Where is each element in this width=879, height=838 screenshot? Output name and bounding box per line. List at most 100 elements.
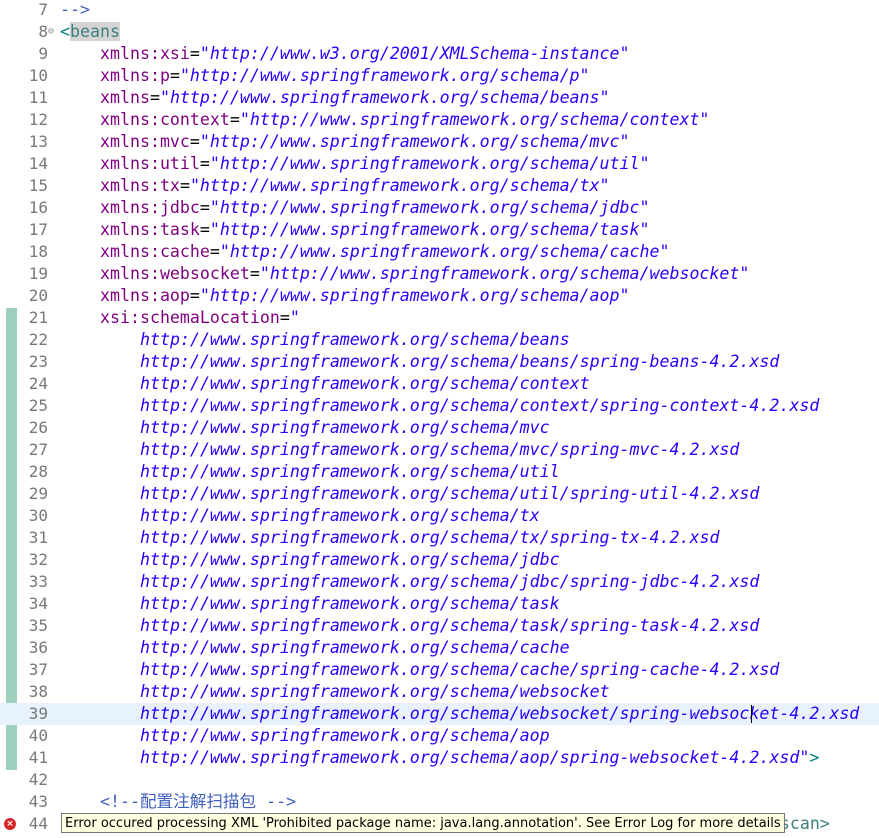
code-line[interactable]: 37 http://www.springframework.org/schema/… xyxy=(0,659,879,681)
code-text[interactable]: xsi:schemaLocation=" xyxy=(60,307,300,329)
fold-collapse-icon[interactable]: ⊖ xyxy=(48,24,54,40)
code-token: "http://www.springframework.org/schema/p… xyxy=(179,66,590,85)
code-line[interactable]: 42 xyxy=(0,769,879,791)
code-line[interactable]: 36 http://www.springframework.org/schema/… xyxy=(0,637,879,659)
code-token: xmlns:util xyxy=(100,154,200,173)
code-text[interactable]: xmlns:cache="http://www.springframework.… xyxy=(60,241,669,263)
code-line[interactable]: 24 http://www.springframework.org/schema/… xyxy=(0,373,879,395)
code-line[interactable]: 38 http://www.springframework.org/schema/… xyxy=(0,681,879,703)
code-line[interactable]: 30 http://www.springframework.org/schema/… xyxy=(0,505,879,527)
code-text[interactable]: --> xyxy=(60,0,90,21)
code-line[interactable]: 20 xmlns:aop="http://www.springframework.… xyxy=(0,285,879,307)
line-number: 21 xyxy=(28,308,48,327)
code-line[interactable]: 18 xmlns:cache="http://www.springframewor… xyxy=(0,241,879,263)
code-line[interactable]: 28 http://www.springframework.org/schema/… xyxy=(0,461,879,483)
code-text[interactable]: http://www.springframework.org/schema/ca… xyxy=(60,659,779,681)
code-text[interactable]: xmlns:mvc="http://www.springframework.or… xyxy=(60,131,630,153)
line-number: 44 xyxy=(28,814,48,833)
code-line[interactable]: 16 xmlns:jdbc="http://www.springframework… xyxy=(0,197,879,219)
code-text[interactable]: http://www.springframework.org/schema/ut… xyxy=(60,461,560,483)
code-line[interactable]: 11 xmlns="http://www.springframework.org/… xyxy=(0,87,879,109)
code-token: "http://www.springframework.org/schema/j… xyxy=(209,198,650,217)
code-text[interactable]: http://www.springframework.org/schema/ut… xyxy=(60,483,759,505)
code-line[interactable]: 29 http://www.springframework.org/schema/… xyxy=(0,483,879,505)
code-line[interactable]: 7 --> xyxy=(0,0,879,21)
code-token: http://www.springframework.org/schema/ta… xyxy=(140,616,760,635)
code-text[interactable]: http://www.springframework.org/schema/jd… xyxy=(60,571,759,593)
code-line[interactable]: 34 http://www.springframework.org/schema/… xyxy=(0,593,879,615)
code-text[interactable]: http://www.springframework.org/schema/be… xyxy=(60,351,779,373)
code-text[interactable]: http://www.springframework.org/schema/ta… xyxy=(60,593,560,615)
code-token: http://www.springframework.org/schema/ao… xyxy=(140,748,810,767)
code-text[interactable]: xmlns:p="http://www.springframework.org/… xyxy=(60,65,590,87)
code-text[interactable]: http://www.springframework.org/schema/tx xyxy=(60,505,540,527)
code-text[interactable]: http://www.springframework.org/schema/mv… xyxy=(60,417,550,439)
code-line[interactable]: 43 <!--配置注解扫描包 --> xyxy=(0,791,879,813)
code-text[interactable]: http://www.springframework.org/schema/co… xyxy=(60,373,590,395)
code-text[interactable]: xmlns:jdbc="http://www.springframework.o… xyxy=(60,197,649,219)
code-text[interactable]: xmlns:task="http://www.springframework.o… xyxy=(60,219,649,241)
line-number: 25 xyxy=(28,396,48,415)
code-token: "http://www.springframework.org/schema/a… xyxy=(199,286,630,305)
code-line[interactable]: 13 xmlns:mvc="http://www.springframework.… xyxy=(0,131,879,153)
line-number: 23 xyxy=(28,352,48,371)
code-token: xmlns:mvc xyxy=(100,132,190,151)
code-text[interactable]: http://www.springframework.org/schema/ao… xyxy=(60,725,550,747)
code-text[interactable]: http://www.springframework.org/schema/co… xyxy=(60,395,819,417)
code-line[interactable]: 17 xmlns:task="http://www.springframework… xyxy=(0,219,879,241)
code-text[interactable]: http://www.springframework.org/schema/mv… xyxy=(60,439,739,461)
code-line[interactable]: 8 ⊖ <beans xyxy=(0,21,879,43)
code-line[interactable]: 21 xsi:schemaLocation=" xyxy=(0,307,879,329)
code-text[interactable]: <!--配置注解扫描包 --> xyxy=(60,791,296,813)
code-text[interactable]: http://www.springframework.org/schema/ca… xyxy=(60,637,570,659)
code-line[interactable]: 14 xmlns:util="http://www.springframework… xyxy=(0,153,879,175)
code-line[interactable]: 9 xmlns:xsi="http://www.w3.org/2001/XMLSc… xyxy=(0,43,879,65)
code-line[interactable]: 23 http://www.springframework.org/schema/… xyxy=(0,351,879,373)
code-line[interactable]: 12 xmlns:context="http://www.springframew… xyxy=(0,109,879,131)
code-text[interactable]: xmlns:websocket="http://www.springframew… xyxy=(60,263,749,285)
code-line[interactable]: 32 http://www.springframework.org/schema/… xyxy=(0,549,879,571)
code-token: http://www.springframework.org/schema/co… xyxy=(140,396,820,415)
code-text[interactable]: http://www.springframework.org/schema/ao… xyxy=(60,747,819,769)
code-token: http://www.springframework.org/schema/co… xyxy=(140,374,590,393)
code-token: "http://www.springframework.org/schema/t… xyxy=(209,220,650,239)
code-text[interactable]: xmlns:util="http://www.springframework.o… xyxy=(60,153,649,175)
code-token: = xyxy=(229,110,240,129)
code-line[interactable]: 40 http://www.springframework.org/schema/… xyxy=(0,725,879,747)
code-token: = xyxy=(199,154,210,173)
line-number: 15 xyxy=(28,176,48,195)
code-line[interactable]: 26 http://www.springframework.org/schema/… xyxy=(0,417,879,439)
code-line[interactable]: 25 http://www.springframework.org/schema/… xyxy=(0,395,879,417)
code-line[interactable]: 10 xmlns:p="http://www.springframework.or… xyxy=(0,65,879,87)
code-text[interactable]: http://www.springframework.org/schema/we… xyxy=(60,681,610,703)
code-text[interactable]: http://www.springframework.org/schema/ta… xyxy=(60,615,759,637)
code-line[interactable]: 35 http://www.springframework.org/schema/… xyxy=(0,615,879,637)
code-token: "http://www.springframework.org/schema/c… xyxy=(219,242,670,261)
code-text[interactable]: http://www.springframework.org/schema/be… xyxy=(60,329,570,351)
code-text[interactable]: xmlns:context="http://www.springframewor… xyxy=(60,109,709,131)
code-text[interactable]: <beans xyxy=(60,21,120,43)
code-line[interactable]: 19 xmlns:websocket="http://www.springfram… xyxy=(0,263,879,285)
code-text[interactable]: http://www.springframework.org/schema/jd… xyxy=(60,549,560,571)
code-line[interactable]: 22 http://www.springframework.org/schema/… xyxy=(0,329,879,351)
line-number: 12 xyxy=(28,110,48,129)
code-line[interactable]: 15 xmlns:tx="http://www.springframework.o… xyxy=(0,175,879,197)
code-line[interactable]: 31 http://www.springframework.org/schema/… xyxy=(0,527,879,549)
code-token: = xyxy=(189,132,200,151)
code-token: http://www.springframework.org/schema/ta… xyxy=(140,594,560,613)
code-token: http://www.springframework.org/schema/mv… xyxy=(140,418,550,437)
code-text[interactable]: xmlns:xsi="http://www.w3.org/2001/XMLSch… xyxy=(60,43,630,65)
line-number: 28 xyxy=(28,462,48,481)
code-token: xmlns:context xyxy=(100,110,230,129)
code-line[interactable]: 33 http://www.springframework.org/schema/… xyxy=(0,571,879,593)
code-text[interactable]: xmlns:aop="http://www.springframework.or… xyxy=(60,285,630,307)
code-text[interactable]: xmlns:tx="http://www.springframework.org… xyxy=(60,175,610,197)
code-text[interactable]: http://www.springframework.org/schema/we… xyxy=(60,703,859,725)
code-line[interactable]: 41 http://www.springframework.org/schema/… xyxy=(0,747,879,769)
xml-editor[interactable]: 7 --> 8 ⊖ <beans 9 xmlns:xsi="http://www.w3.or… xyxy=(0,0,879,838)
code-token: > xyxy=(809,748,820,767)
code-line[interactable]: 39 http://www.springframework.org/schema/… xyxy=(0,703,879,725)
code-line[interactable]: 27 http://www.springframework.org/schema/… xyxy=(0,439,879,461)
code-text[interactable]: xmlns="http://www.springframework.org/sc… xyxy=(60,87,610,109)
code-text[interactable]: http://www.springframework.org/schema/tx… xyxy=(60,527,719,549)
